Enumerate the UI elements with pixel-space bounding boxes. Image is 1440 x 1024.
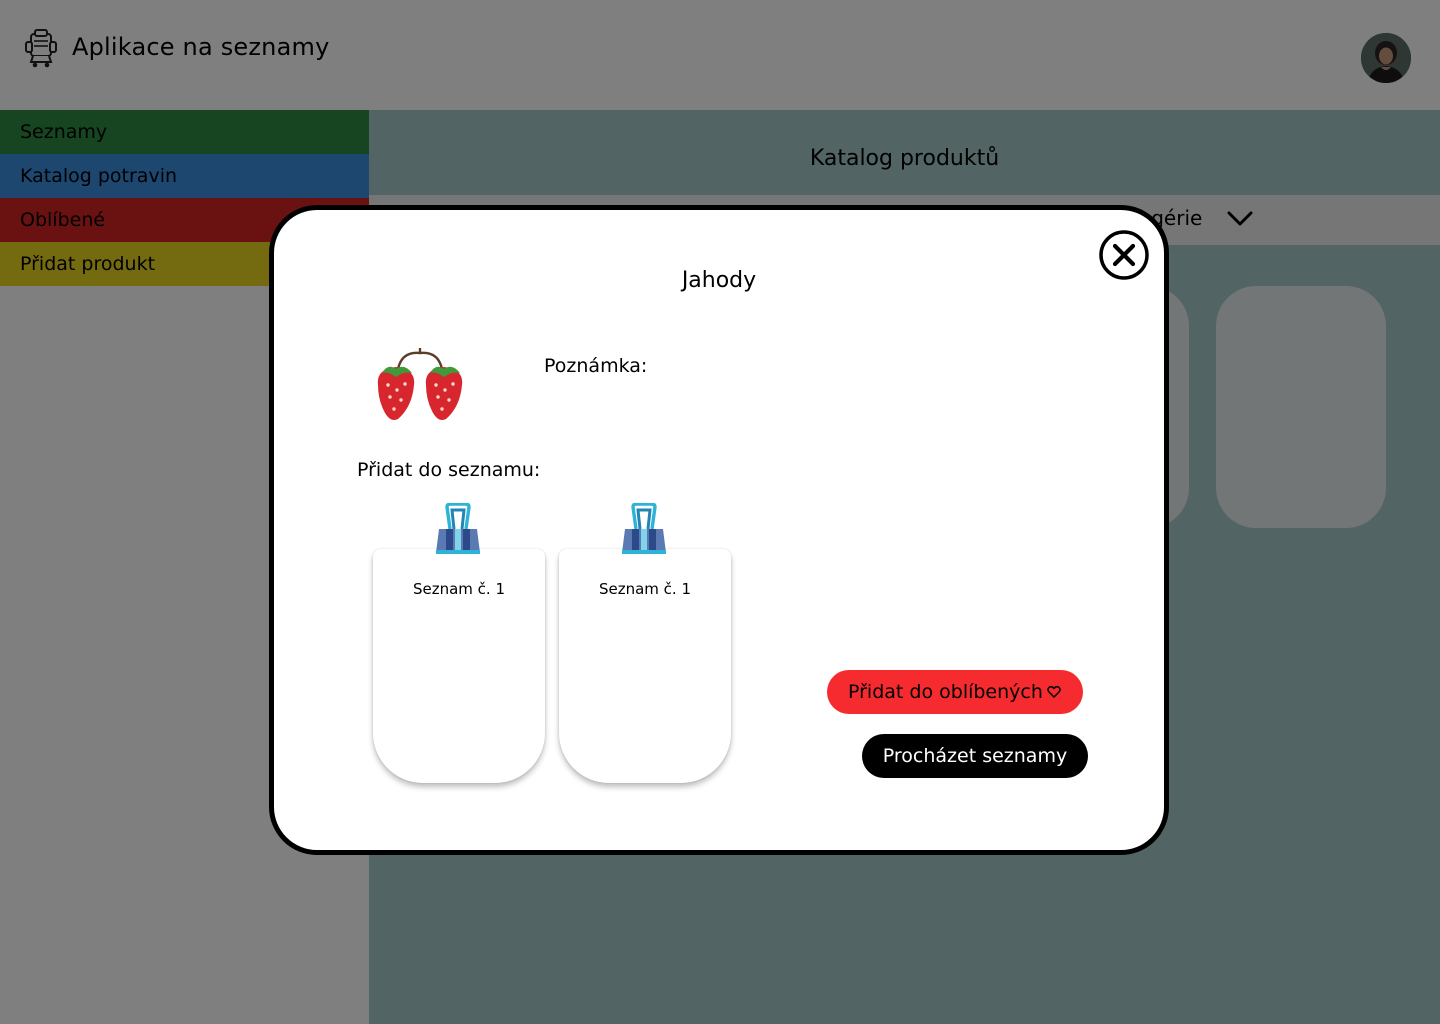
list-card[interactable]: Seznam č. 1 (373, 503, 545, 785)
binder-clip-icon (436, 503, 480, 554)
strawberries-icon (377, 348, 463, 420)
modal-title: Jahody (681, 268, 757, 293)
add-to-favorites-label: Přidat do oblíbených (848, 681, 1043, 703)
note-label: Poznámka: (544, 355, 648, 377)
list-card[interactable]: Seznam č. 1 (559, 503, 731, 785)
list-name: Seznam č. 1 (598, 580, 692, 598)
product-detail-modal: Jahody Poznámka: Přidat do seznamu: Sezn… (269, 205, 1169, 855)
binder-clip-icon (622, 503, 666, 554)
add-to-favorites-button[interactable]: Přidat do oblíbených (827, 670, 1083, 714)
add-to-list-label: Přidat do seznamu: (357, 459, 541, 481)
list-name: Seznam č. 1 (412, 580, 506, 598)
heart-icon (1047, 685, 1061, 698)
browse-lists-button[interactable]: Procházet seznamy (862, 734, 1088, 778)
